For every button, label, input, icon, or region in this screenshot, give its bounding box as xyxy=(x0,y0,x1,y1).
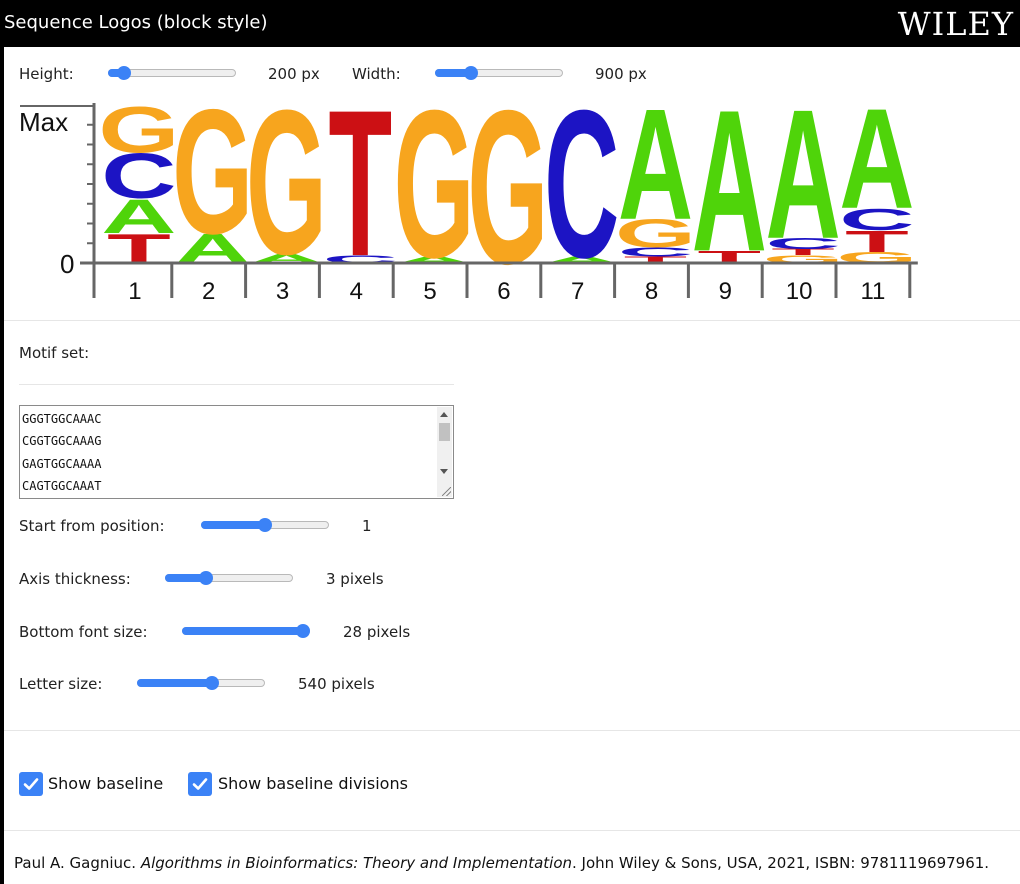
bottom-font-size-label: Bottom font size: xyxy=(19,623,148,641)
axis-thickness-label: Axis thickness: xyxy=(19,570,131,588)
logo-letter-g: G xyxy=(172,72,253,271)
wiley-logo: WILEY xyxy=(897,5,1014,43)
checkmark-icon xyxy=(192,778,208,790)
logo-letter-g: G xyxy=(467,66,548,307)
motif-set-label: Motif set: xyxy=(19,344,90,362)
scroll-down-icon[interactable] xyxy=(440,469,448,474)
logo-letter-a: A xyxy=(618,77,693,253)
citation-publisher: . John Wiley & Sons, USA, 2021, ISBN: 97… xyxy=(572,854,990,872)
resize-grip-icon[interactable] xyxy=(442,487,451,496)
y-zero-label: 0 xyxy=(60,249,74,279)
position-label: 8 xyxy=(645,278,658,305)
logo-letter-a: A xyxy=(765,70,840,277)
motif-line: GGGTGGCAAAC xyxy=(22,412,102,426)
position-label: 5 xyxy=(423,278,436,305)
scroll-up-icon[interactable] xyxy=(440,412,448,417)
citation: Paul A. Gagniuc. Algorithms in Bioinform… xyxy=(14,853,989,873)
textarea-scrollbar[interactable] xyxy=(437,407,452,497)
start-position-slider[interactable] xyxy=(201,515,329,535)
checkmark-icon xyxy=(23,778,39,790)
start-position-value: 1 xyxy=(362,517,372,535)
sequence-logo-chart: TACGAGAGCT AGGAC TCGATAGTCAGTCAMax01 2 3 4 5 6 7… xyxy=(19,66,918,307)
position-label: 10 xyxy=(786,278,813,305)
logo-letter-a: A xyxy=(692,69,767,294)
position-label: 4 xyxy=(350,278,363,305)
y-max-label: Max xyxy=(19,107,68,137)
position-label: 6 xyxy=(497,278,510,305)
show-baseline-checkbox[interactable] xyxy=(19,772,43,796)
app-title: Sequence Logos (block style) xyxy=(4,12,268,33)
divider xyxy=(4,830,1020,831)
logo-letter-c: C xyxy=(544,68,619,303)
logo-letter-a: A xyxy=(839,80,914,239)
letter-size-label: Letter size: xyxy=(19,675,103,693)
position-label: 2 xyxy=(202,278,215,305)
show-baseline-divisions-checkbox[interactable] xyxy=(188,772,212,796)
position-label: 11 xyxy=(860,278,885,305)
logo-letter-g: G xyxy=(394,68,475,303)
show-baseline-label[interactable]: Show baseline xyxy=(48,773,163,795)
slider-thumb[interactable] xyxy=(296,624,310,638)
motif-set-textarea[interactable]: GGGTGGCAAAC CGGTGGCAAAG GAGTGGCAAAA CAGT… xyxy=(19,405,454,499)
axis-thickness-value: 3 pixels xyxy=(326,570,384,588)
logo-letter-g: G xyxy=(98,93,179,166)
divider xyxy=(4,730,1020,731)
axis-thickness-slider[interactable] xyxy=(165,568,293,588)
position-label: 1 xyxy=(128,278,141,305)
divider xyxy=(4,320,1020,321)
motif-line: CAGTGGCAAAT xyxy=(22,479,102,493)
bottom-font-size-slider[interactable] xyxy=(182,621,310,641)
position-label: 9 xyxy=(719,278,732,305)
position-label: 7 xyxy=(571,278,584,305)
slider-thumb[interactable] xyxy=(205,676,220,690)
motif-line: GAGTGGCAAAA xyxy=(22,457,102,471)
bottom-font-size-value: 28 pixels xyxy=(343,623,411,641)
show-baseline-divisions-label[interactable]: Show baseline divisions xyxy=(218,773,408,795)
citation-author: Paul A. Gagniuc. xyxy=(14,854,137,872)
title-bar: Sequence Logos (block style) WILEY xyxy=(0,0,1020,47)
citation-book-title: Algorithms in Bioinformatics: Theory and… xyxy=(140,854,572,872)
divider xyxy=(19,384,454,385)
slider-thumb[interactable] xyxy=(199,571,214,585)
scrollbar-thumb[interactable] xyxy=(439,423,450,441)
letter-size-value: 540 pixels xyxy=(298,675,375,693)
position-label: 3 xyxy=(276,278,289,305)
motif-line: CGGTGGCAAAG xyxy=(22,434,102,448)
slider-thumb[interactable] xyxy=(258,518,272,532)
page: Sequence Logos (block style) WILEY Heigh… xyxy=(0,0,1020,884)
letter-size-slider[interactable] xyxy=(137,673,265,693)
start-position-label: Start from position: xyxy=(19,517,165,535)
